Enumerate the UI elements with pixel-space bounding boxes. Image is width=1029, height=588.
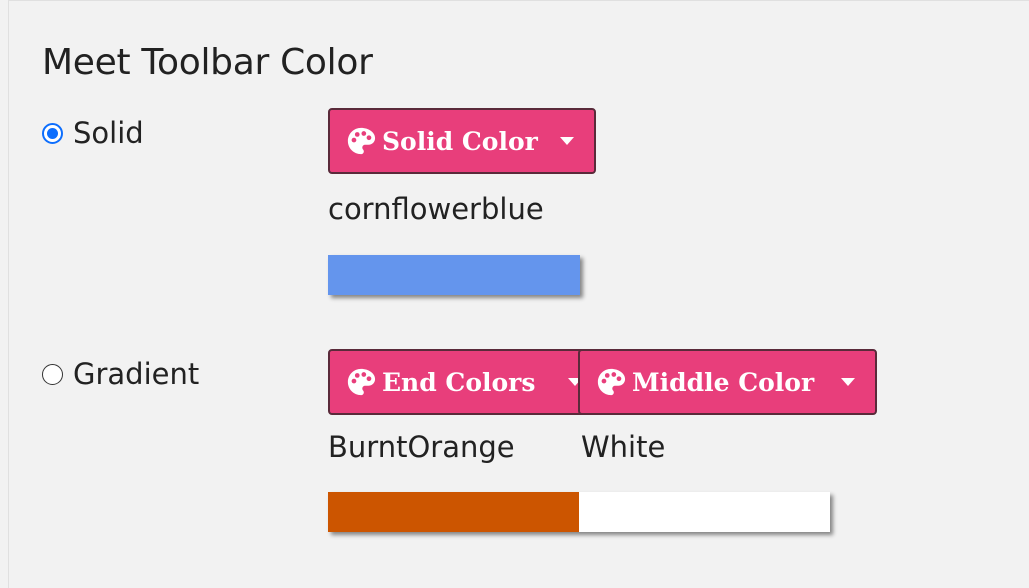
- middle-color-name: White: [581, 430, 666, 464]
- end-colors-dropdown-button[interactable]: End Colors: [328, 349, 592, 415]
- palette-icon: [346, 126, 376, 156]
- caret-down-icon: [560, 137, 574, 145]
- middle-color-dropdown-button[interactable]: Middle Color: [578, 349, 877, 415]
- gradient-radio-button[interactable]: [42, 363, 63, 385]
- gradient-radio-label: Gradient: [73, 357, 200, 391]
- palette-icon: [596, 367, 626, 397]
- solid-radio-option[interactable]: Solid: [42, 116, 144, 150]
- end-colors-button-label: End Colors: [382, 367, 536, 397]
- solid-color-dropdown-button[interactable]: Solid Color: [328, 108, 596, 174]
- solid-radio-button[interactable]: [42, 122, 63, 144]
- end-color-name: BurntOrange: [328, 430, 515, 464]
- solid-color-button-label: Solid Color: [382, 126, 538, 156]
- page-title: Meet Toolbar Color: [42, 42, 373, 83]
- gradient-radio-option[interactable]: Gradient: [42, 357, 199, 391]
- middle-color-button-label: Middle Color: [632, 367, 815, 397]
- caret-down-icon: [841, 378, 855, 386]
- gradient-color-swatch: [328, 492, 830, 532]
- solid-color-swatch: [328, 255, 580, 295]
- palette-icon: [346, 367, 376, 397]
- solid-color-name: cornflowerblue: [328, 192, 544, 226]
- solid-radio-label: Solid: [73, 116, 144, 150]
